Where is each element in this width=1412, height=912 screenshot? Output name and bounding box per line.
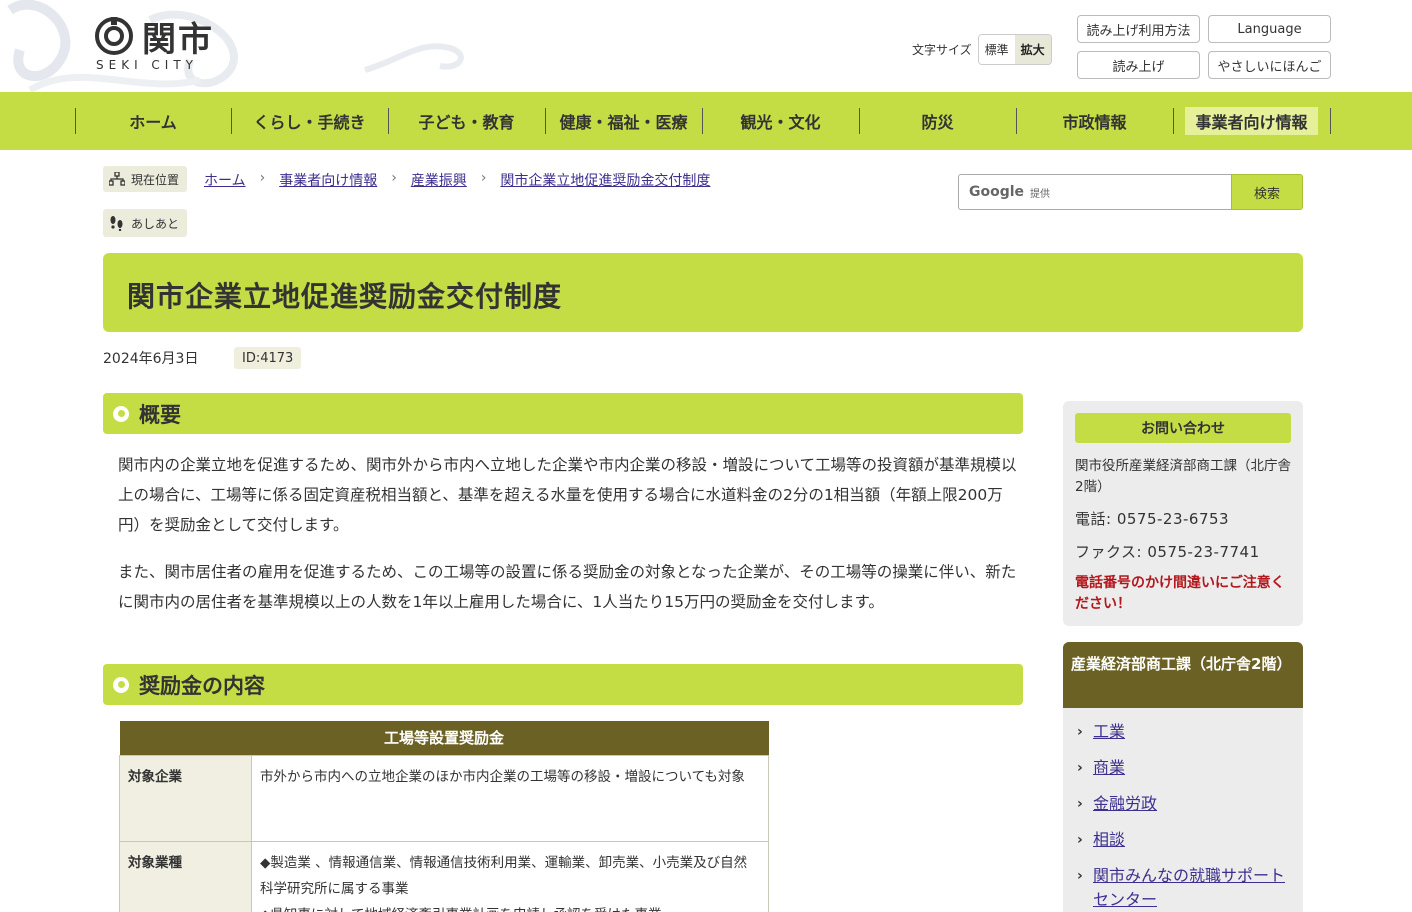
list-item: › 関市みんなの就職サポートセンター [1077, 864, 1299, 912]
logo-subtitle: SEKI CITY [96, 58, 198, 72]
nav-item-home[interactable]: ホーム [75, 108, 231, 134]
search-button[interactable]: 検索 [1231, 174, 1303, 210]
google-logo: Google [969, 184, 1025, 200]
table-row: 対象業種 ◆製造業 、情報通信業、情報通信技術利用業、運輸業、卸売業、小売業及び… [119, 840, 769, 912]
logo-text: 関市 [142, 20, 214, 60]
footsteps-icon [110, 216, 123, 231]
site-header: 関市 SEKI CITY 文字サイズ 標準 拡大 読み上げ利用方法 Langua… [0, 0, 1412, 92]
nav-item-education[interactable]: 子ども・教育 [388, 108, 545, 134]
breadcrumb-link-home[interactable]: ホーム [204, 170, 246, 190]
dept-link-consultation[interactable]: 相談 [1093, 828, 1125, 852]
footsteps-label: あしあと [131, 216, 180, 231]
contact-phone[interactable]: 電話: 0575-23-6753 [1075, 508, 1229, 529]
publish-date: 2024年6月3日 [103, 351, 199, 367]
breadcrumb-link-business[interactable]: 事業者向け情報 [279, 170, 377, 190]
page-title: 関市企業立地促進奨励金交付制度 [127, 280, 563, 313]
font-size-label: 文字サイズ [912, 43, 972, 57]
contact-heading: お問い合わせ [1075, 413, 1291, 443]
google-provided-label: 提供 [1030, 188, 1051, 200]
breadcrumb-link-industry[interactable]: 産業振興 [411, 170, 467, 190]
dept-link-job-support[interactable]: 関市みんなの就職サポートセンター [1093, 864, 1299, 912]
nav-item-city-admin[interactable]: 市政情報 [1016, 108, 1173, 134]
font-size-control: 文字サイズ 標準 拡大 [912, 34, 1052, 65]
chevron-right-icon: › [1077, 796, 1083, 812]
site-search: Google 提供 検索 [958, 174, 1303, 210]
readout-howto-button[interactable]: 読み上げ利用方法 [1077, 15, 1200, 43]
overview-paragraph-2: また、関市居住者の雇用を促進するため、この工場等の設置に係る奨励金の対象となった… [118, 563, 1017, 611]
chevron-right-icon: › [480, 170, 487, 186]
section-heading-text: 概要 [139, 402, 181, 427]
search-input[interactable]: Google 提供 [958, 174, 1231, 210]
dept-link-industry[interactable]: 工業 [1093, 720, 1125, 744]
nav-item-tourism[interactable]: 観光・文化 [702, 108, 859, 134]
wave-decoration-small [364, 43, 464, 73]
department-menu: 産業経済部商工課（北庁舎2階） › 工業 › 商業 › 金融労政 › 相談 › 関市みんな… [1063, 642, 1303, 912]
section-heading-overview: 概要 [103, 393, 1023, 434]
contact-department: 関市役所産業経済部商工課（北庁舎2階） [1075, 458, 1291, 495]
list-item: › 相談 [1077, 828, 1299, 852]
department-menu-heading: 産業経済部商工課（北庁舎2階） [1063, 642, 1303, 708]
current-location-tag: 現在位置 [103, 166, 188, 192]
section-heading-content: 奨励金の内容 [103, 664, 1023, 705]
nav-item-business[interactable]: 事業者向け情報 [1173, 107, 1330, 135]
list-item: › 商業 [1077, 756, 1299, 780]
bullet-icon [113, 405, 129, 422]
table-key: 対象企業 [119, 754, 252, 842]
chevron-right-icon: › [1077, 868, 1083, 884]
department-menu-list: › 工業 › 商業 › 金融労政 › 相談 › 関市みんなの就職サポートセンター [1077, 720, 1299, 912]
bullet-icon [113, 676, 129, 693]
language-button[interactable]: Language [1208, 15, 1331, 43]
chevron-right-icon: › [1077, 760, 1083, 776]
chevron-right-icon: › [1077, 832, 1083, 848]
table-value-line: ◆製造業 、情報通信業、情報通信技術利用業、運輸業、卸売業、小売業及び自然科学研… [260, 854, 748, 897]
global-nav: ホーム くらし・手続き 子ども・教育 健康・福祉・医療 観光・文化 防災 市政情… [0, 92, 1412, 150]
chevron-right-icon: › [259, 170, 266, 186]
chevron-right-icon: › [1077, 724, 1083, 740]
table-row: 対象企業 市外から市内への立地企業のほか市内企業の工場等の移設・増設についても対… [119, 754, 769, 842]
nav-separator [1330, 108, 1331, 134]
font-size-standard-button[interactable]: 標準 [978, 35, 1015, 64]
dept-link-commerce[interactable]: 商業 [1093, 756, 1125, 780]
table-caption: 工場等設置奨励金 [119, 721, 769, 755]
contact-warning: 電話番号のかけ間違いにご注意ください！ [1075, 575, 1285, 612]
nav-item-living[interactable]: くらし・手続き [231, 108, 388, 134]
nav-item-health[interactable]: 健康・福祉・医療 [545, 108, 702, 134]
table-value: ◆製造業 、情報通信業、情報通信技術利用業、運輸業、卸売業、小売業及び自然科学研… [251, 840, 769, 912]
breadcrumb: ホーム › 事業者向け情報 › 産業振興 › 関市企業立地促進奨励金交付制度 [204, 170, 710, 190]
list-item: › 金融労政 [1077, 792, 1299, 816]
nav-item-disaster[interactable]: 防災 [859, 108, 1016, 134]
contact-box: お問い合わせ 関市役所産業経済部商工課（北庁舎2階） 電話: 0575-23-6… [1063, 401, 1303, 626]
table-value-line: ◆県知事に対して地域経済牽引事業計画を申請し承認を受けた事業 [260, 902, 760, 912]
chevron-right-icon: › [391, 170, 397, 186]
incentive-table: 工場等設置奨励金 対象企業 市外から市内への立地企業のほか市内企業の工場等の移設… [119, 721, 769, 912]
table-key: 対象業種 [119, 840, 252, 912]
page-title-box: 関市企業立地促進奨励金交付制度 [103, 253, 1303, 332]
sitemap-icon [109, 172, 125, 186]
breadcrumb-link-current[interactable]: 関市企業立地促進奨励金交付制度 [500, 170, 710, 190]
page-id-badge: ID:4173 [234, 347, 302, 369]
easy-japanese-button[interactable]: やさしいにほんご [1208, 51, 1331, 79]
contact-fax: ファクス: 0575-23-7741 [1075, 543, 1260, 561]
font-size-group: 標準 拡大 [977, 34, 1052, 65]
readout-button[interactable]: 読み上げ [1077, 51, 1200, 79]
current-location-label: 現在位置 [131, 172, 180, 187]
footsteps-button[interactable]: あしあと [103, 209, 188, 237]
font-size-large-button[interactable]: 拡大 [1014, 35, 1051, 64]
table-value: 市外から市内への立地企業のほか市内企業の工場等の移設・増設についても対象 [251, 754, 769, 842]
dept-link-finance-labor[interactable]: 金融労政 [1093, 792, 1157, 816]
city-emblem-icon [95, 17, 133, 55]
section-heading-text: 奨励金の内容 [139, 673, 265, 698]
overview-paragraph-1: 関市内の企業立地を促進するため、関市外から市内へ立地した企業や市内企業の移設・増… [118, 456, 1017, 534]
list-item: › 工業 [1077, 720, 1299, 744]
